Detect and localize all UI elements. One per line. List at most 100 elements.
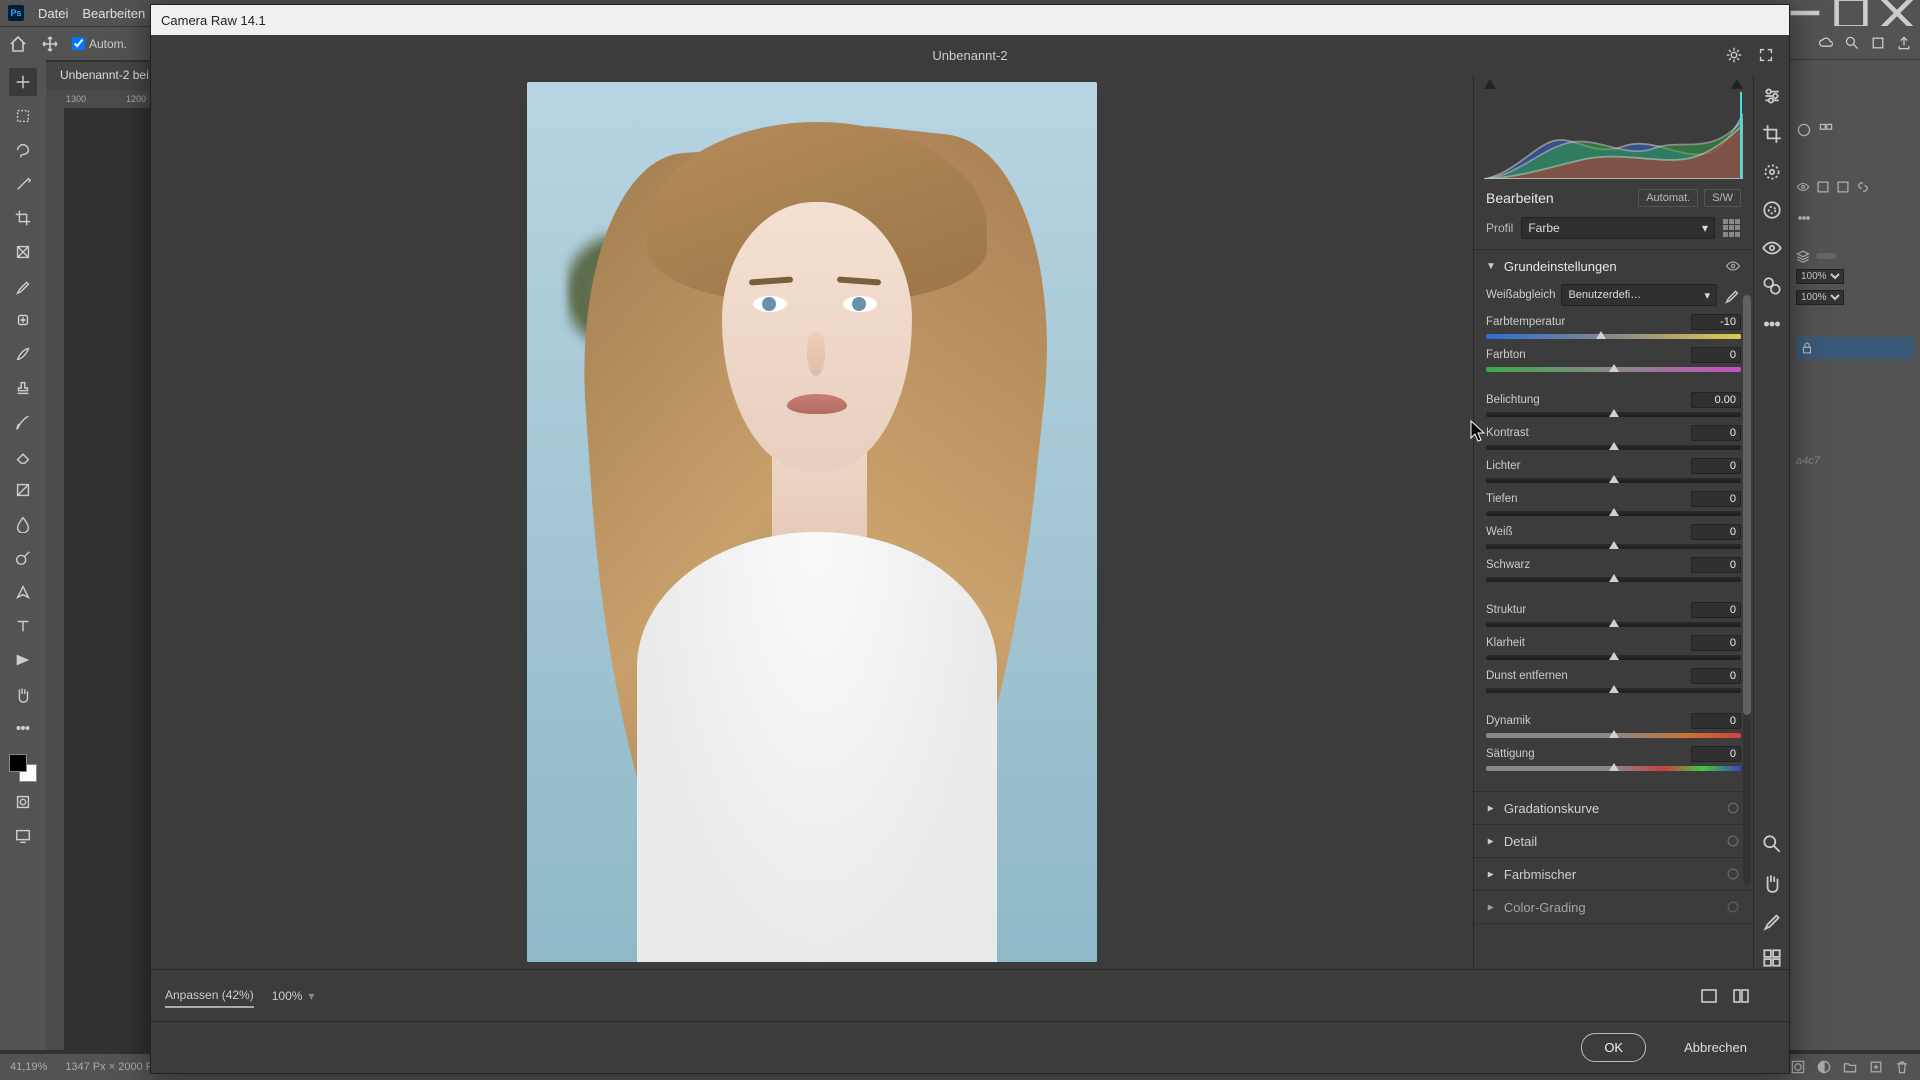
slider-value[interactable]: 0 (1691, 524, 1741, 540)
slider-value[interactable]: 0 (1691, 347, 1741, 363)
blur-tool-icon[interactable] (9, 510, 37, 538)
restore-button[interactable] (1828, 0, 1874, 26)
slider-clarity[interactable]: Klarheit0 (1486, 635, 1741, 660)
crop-icon[interactable] (1761, 123, 1783, 145)
cloud-icon[interactable] (1818, 35, 1834, 51)
crop-tool-icon[interactable] (9, 204, 37, 232)
menu-file[interactable]: Datei (38, 6, 68, 21)
clip-shadow-icon[interactable] (1484, 79, 1496, 89)
visibility-toggle-icon[interactable] (1725, 899, 1741, 915)
slider-value[interactable]: 0 (1691, 635, 1741, 651)
before-after-split-icon[interactable] (1731, 986, 1751, 1006)
slider-knob[interactable] (1609, 730, 1619, 738)
slider-knob[interactable] (1609, 364, 1619, 372)
slider-knob[interactable] (1609, 541, 1619, 549)
slider-texture[interactable]: Struktur0 (1486, 602, 1741, 627)
path-tool-icon[interactable] (9, 646, 37, 674)
auto-button[interactable]: Automat. (1638, 189, 1698, 207)
home-icon[interactable] (8, 34, 28, 54)
slider-knob[interactable] (1609, 763, 1619, 771)
slider-shadows[interactable]: Tiefen0 (1486, 491, 1741, 516)
visibility-toggle-icon[interactable] (1725, 800, 1741, 816)
stamp-tool-icon[interactable] (9, 374, 37, 402)
slider-value[interactable]: 0 (1691, 602, 1741, 618)
slider-knob[interactable] (1609, 619, 1619, 627)
chevron-down-icon[interactable]: ▾ (308, 989, 314, 1003)
slider-value[interactable]: 0 (1691, 557, 1741, 573)
bw-button[interactable]: S/W (1704, 189, 1741, 207)
trash-icon[interactable] (1894, 1059, 1910, 1075)
profile-select[interactable]: Farbe ▾ (1521, 217, 1715, 239)
scrollbar-thumb[interactable] (1743, 295, 1751, 715)
sampler-icon[interactable] (1761, 909, 1783, 931)
slider-value[interactable]: 0 (1691, 491, 1741, 507)
healing-icon[interactable] (1761, 161, 1783, 183)
fill-select[interactable]: 100% (1796, 290, 1844, 305)
clip-highlight-icon[interactable] (1731, 79, 1743, 89)
slider-whites[interactable]: Weiß0 (1486, 524, 1741, 549)
healing-tool-icon[interactable] (9, 306, 37, 334)
lasso-tool-icon[interactable] (9, 136, 37, 164)
search-icon[interactable] (1844, 35, 1860, 51)
auto-select-input[interactable] (72, 37, 85, 50)
slider-value[interactable]: 0 (1691, 458, 1741, 474)
slider-highlights[interactable]: Lichter0 (1486, 458, 1741, 483)
history-brush-icon[interactable] (9, 408, 37, 436)
slider-value[interactable]: 0.00 (1691, 392, 1741, 408)
presets-icon[interactable] (1761, 275, 1783, 297)
slider-blacks[interactable]: Schwarz0 (1486, 557, 1741, 582)
section-basics-header[interactable]: ▼ Grundeinstellungen (1474, 250, 1753, 282)
slider-dehaze[interactable]: Dunst entfernen0 (1486, 668, 1741, 693)
slider-knob[interactable] (1609, 508, 1619, 516)
panel-scrollbar[interactable] (1743, 295, 1751, 885)
wb-select[interactable]: Benutzerdefi… ▾ (1561, 284, 1717, 306)
slider-value[interactable]: 0 (1691, 425, 1741, 441)
slider-knob[interactable] (1609, 442, 1619, 450)
slider-knob[interactable] (1596, 331, 1606, 339)
share-icon[interactable] (1896, 35, 1912, 51)
slider-knob[interactable] (1609, 475, 1619, 483)
ok-button[interactable]: OK (1581, 1033, 1646, 1062)
before-after-single-icon[interactable] (1699, 986, 1719, 1006)
type-tool-icon[interactable] (9, 612, 37, 640)
opacity-select[interactable]: 100% (1796, 269, 1844, 284)
wand-tool-icon[interactable] (9, 170, 37, 198)
eye-icon[interactable] (1796, 180, 1810, 194)
adjustlayer-icon[interactable] (1816, 1059, 1832, 1075)
swatches-icon[interactable] (1818, 122, 1834, 138)
slider-knob[interactable] (1609, 409, 1619, 417)
slider-value[interactable]: 0 (1691, 746, 1741, 762)
selected-layer[interactable] (1796, 337, 1914, 359)
close-button[interactable] (1874, 0, 1920, 26)
slider-saturation[interactable]: Sättigung0 (1486, 746, 1741, 771)
slider-vibrance[interactable]: Dynamik0 (1486, 713, 1741, 738)
section-detail-header[interactable]: ▼ Detail (1474, 825, 1753, 857)
pen-tool-icon[interactable] (9, 578, 37, 606)
dialog-title-bar[interactable]: Camera Raw 14.1 (151, 5, 1789, 35)
fullscreen-icon[interactable] (1757, 46, 1775, 64)
slider-value[interactable]: -10 (1691, 314, 1741, 330)
zoom-100[interactable]: 100% (272, 989, 303, 1003)
masking-icon[interactable] (1761, 199, 1783, 221)
visibility-toggle-icon[interactable] (1725, 833, 1741, 849)
visibility-toggle-icon[interactable] (1725, 258, 1741, 274)
move-tool-opt-icon[interactable] (40, 34, 60, 54)
more-icon[interactable] (1796, 210, 1812, 226)
grid-view-icon[interactable] (1761, 947, 1783, 969)
redeye-icon[interactable] (1761, 237, 1783, 259)
newlayer-icon[interactable] (1868, 1059, 1884, 1075)
zoom-icon[interactable] (1761, 833, 1783, 855)
slider-knob[interactable] (1609, 652, 1619, 660)
eyedropper-tool-icon[interactable] (9, 272, 37, 300)
profile-browser-icon[interactable] (1723, 219, 1741, 237)
more-actions-icon[interactable] (1761, 313, 1783, 335)
dodge-tool-icon[interactable] (9, 544, 37, 572)
gradient-tool-icon[interactable] (9, 476, 37, 504)
brush-tool-icon[interactable] (9, 340, 37, 368)
mask-icon[interactable] (1790, 1059, 1806, 1075)
edit-sliders-icon[interactable] (1761, 85, 1783, 107)
fg-bg-swatch[interactable] (9, 754, 37, 782)
section-mixer-header[interactable]: ▼ Farbmischer (1474, 858, 1753, 890)
slider-value[interactable]: 0 (1691, 713, 1741, 729)
auto-select-checkbox[interactable]: Autom. (72, 37, 127, 51)
